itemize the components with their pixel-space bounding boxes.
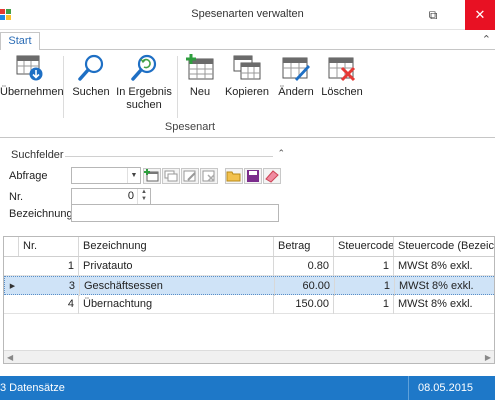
nr-value: 0	[127, 190, 134, 202]
scroll-right-icon[interactable]: ▶	[485, 351, 491, 363]
search-panel-title: Suchfelder	[11, 149, 64, 161]
ribbon-collapse-icon[interactable]: ⌃	[482, 33, 491, 46]
cell-steuercode[interactable]: 1	[335, 277, 395, 296]
table-row[interactable]: 1 Privatauto 0.80 1 MWSt 8% exkl.	[4, 257, 494, 276]
chevron-down-icon[interactable]: ▼	[127, 168, 140, 183]
table-download-icon	[15, 54, 45, 82]
results-grid: Nr. Bezeichnung Betrag Steuercode Steuer…	[3, 236, 495, 364]
uebernehmen-button[interactable]: Übernehmen	[0, 54, 64, 99]
save-icon[interactable]	[244, 168, 262, 184]
tab-start[interactable]: Start	[0, 32, 40, 51]
search-panel-divider	[65, 156, 273, 157]
cell-nr[interactable]: 1	[19, 257, 79, 276]
scroll-left-icon[interactable]: ◀	[7, 351, 13, 363]
record-count: 3 Datensätze	[0, 382, 65, 394]
query-delete-icon[interactable]	[200, 168, 218, 184]
ribbon-separator	[177, 56, 178, 118]
uebernehmen-label: Übernehmen	[0, 86, 64, 98]
suchen-button[interactable]: Suchen	[70, 54, 112, 99]
column-header-betrag[interactable]: Betrag	[274, 237, 334, 256]
eraser-icon[interactable]	[263, 168, 281, 184]
grid-header: Nr. Bezeichnung Betrag Steuercode Steuer…	[4, 237, 494, 257]
aendern-label: Ändern	[278, 86, 314, 98]
nr-label: Nr.	[9, 191, 24, 203]
cell-steuercode-bezeichnung[interactable]: MWSt 8% exkl.	[394, 257, 494, 276]
status-date: 08.05.2015	[418, 382, 474, 394]
status-separator	[408, 376, 409, 400]
row-indicator	[4, 257, 19, 276]
cell-steuercode-bezeichnung[interactable]: MWSt 8% exkl.	[395, 277, 494, 296]
magnifier-icon	[76, 54, 106, 82]
query-copy-icon[interactable]	[162, 168, 180, 184]
abfrage-label: Abfrage	[9, 170, 48, 182]
ribbon: Übernehmen Suchen In Ergebnis suchen Neu…	[0, 50, 495, 138]
loeschen-button[interactable]: Löschen	[320, 54, 364, 99]
table-copy-icon	[232, 54, 262, 82]
column-header-steuercode-bezeichnung[interactable]: Steuercode (Bezeichnung)	[394, 237, 494, 256]
column-header-nr[interactable]: Nr.	[19, 237, 79, 256]
kopieren-label: Kopieren	[224, 86, 270, 98]
neu-button[interactable]: Neu	[183, 54, 217, 99]
abfrage-combobox[interactable]: ▼	[71, 167, 141, 184]
close-button[interactable]: ✕	[465, 0, 495, 30]
bezeichnung-input[interactable]	[71, 204, 279, 222]
nr-stepper[interactable]: 0 ▲ ▼	[71, 188, 151, 205]
table-row-selected[interactable]: ▶ 3 Geschäftsessen 60.00 1 MWSt 8% exkl.	[4, 276, 494, 296]
cell-bezeichnung[interactable]: Privatauto	[79, 257, 274, 276]
search-panel-collapse-icon[interactable]: ⌃	[277, 148, 285, 159]
magnifier-refresh-icon	[129, 54, 159, 82]
query-edit-icon[interactable]	[181, 168, 199, 184]
table-delete-icon	[327, 54, 357, 82]
cell-bezeichnung[interactable]: Übernachtung	[79, 295, 274, 314]
stepper-arrows-icon[interactable]: ▲ ▼	[137, 189, 150, 204]
cell-steuercode-bezeichnung[interactable]: MWSt 8% exkl.	[394, 295, 494, 314]
in-ergebnis-suchen-label: In Ergebnis suchen	[116, 86, 172, 111]
table-row[interactable]: 4 Übernachtung 150.00 1 MWSt 8% exkl.	[4, 295, 494, 314]
table-add-icon	[185, 54, 215, 82]
restore-button[interactable]: ⧉	[418, 0, 448, 30]
cell-betrag[interactable]: 0.80	[274, 257, 334, 276]
kopieren-button[interactable]: Kopieren	[222, 54, 272, 99]
row-pointer-icon: ▶	[9, 283, 16, 290]
cell-nr[interactable]: 4	[19, 295, 79, 314]
table-edit-icon	[281, 54, 311, 82]
ribbon-group-label: Spesenart	[164, 121, 216, 133]
in-ergebnis-suchen-button[interactable]: In Ergebnis suchen	[115, 54, 173, 112]
query-new-icon[interactable]	[143, 168, 161, 184]
cell-steuercode[interactable]: 1	[334, 295, 394, 314]
aendern-button[interactable]: Ändern	[275, 54, 317, 99]
neu-label: Neu	[189, 86, 211, 98]
search-panel: Suchfelder ⌃ Abfrage ▼ Nr. 0 ▲ ▼ Bezeichn…	[5, 148, 287, 231]
column-header-steuercode[interactable]: Steuercode	[334, 237, 394, 256]
ribbon-separator	[63, 56, 64, 118]
suchen-label: Suchen	[72, 86, 110, 98]
cell-nr[interactable]: 3	[20, 277, 80, 296]
status-bar: 3 Datensätze 08.05.2015	[0, 376, 495, 400]
cell-steuercode[interactable]: 1	[334, 257, 394, 276]
title-bar: Spesenarten verwalten ⧉ ✕	[0, 0, 495, 30]
bezeichnung-label: Bezeichnung	[9, 208, 73, 220]
folder-open-icon[interactable]	[225, 168, 243, 184]
cell-betrag[interactable]: 60.00	[275, 277, 335, 296]
row-indicator	[4, 295, 19, 314]
column-header-bezeichnung[interactable]: Bezeichnung	[79, 237, 274, 256]
cell-betrag[interactable]: 150.00	[274, 295, 334, 314]
ribbon-tab-row: Start ⌃	[0, 30, 495, 51]
loeschen-label: Löschen	[321, 86, 363, 98]
row-indicator-header	[4, 237, 19, 256]
cell-bezeichnung[interactable]: Geschäftsessen	[80, 277, 275, 296]
horizontal-scrollbar[interactable]: ◀ ▶	[4, 350, 494, 363]
